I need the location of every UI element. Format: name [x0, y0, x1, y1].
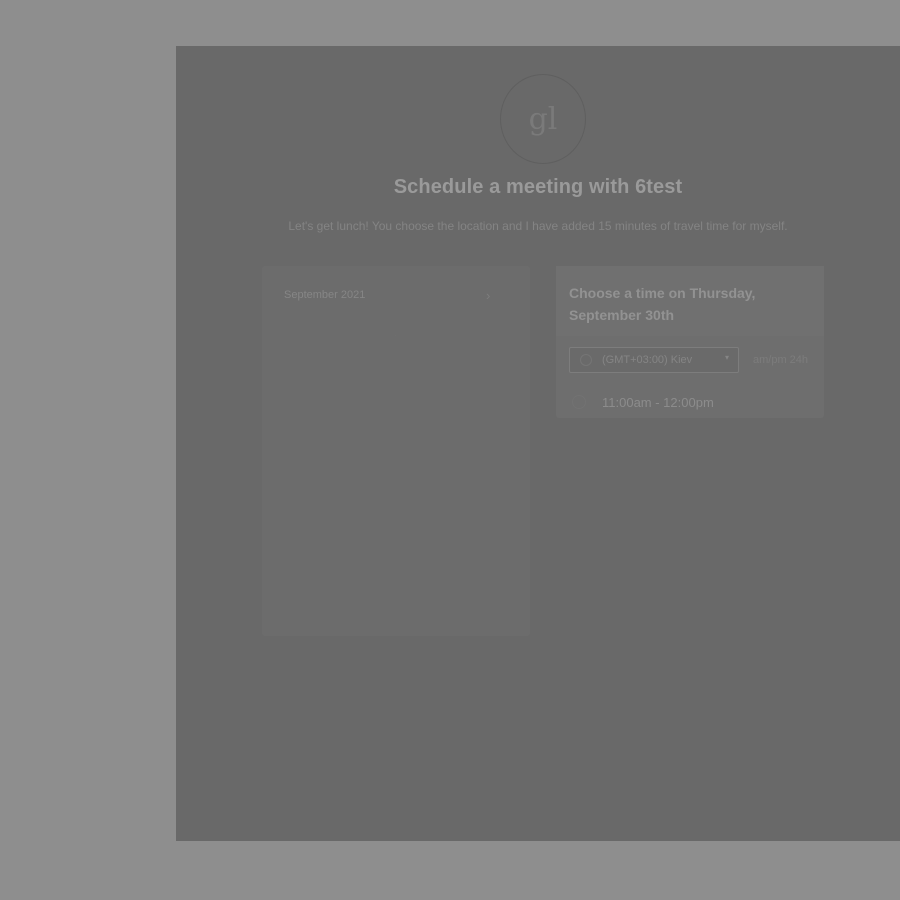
calendar-card: [262, 266, 530, 636]
logo-text: gl: [528, 101, 558, 137]
calendar-month-label: September 2021: [284, 289, 366, 301]
calendar-marker: ·: [394, 330, 398, 341]
host-logo: gl: [500, 74, 586, 164]
globe-icon: [580, 354, 592, 366]
chevron-right-icon[interactable]: ›: [486, 288, 490, 303]
chevron-down-icon: ▾: [725, 353, 730, 362]
time-slot-radio[interactable]: [572, 395, 586, 409]
time-picker-title: Choose a time on Thursday, September 30t…: [569, 285, 756, 323]
timezone-value: (GMT+03:00) Kiev: [602, 354, 693, 366]
meeting-description: Let's get lunch! You choose the location…: [288, 219, 788, 233]
time-format-toggle[interactable]: am/pm 24h: [753, 354, 808, 366]
time-slot-label[interactable]: 11:00am - 12:00pm: [602, 395, 714, 410]
page-title: Schedule a meeting with 6test: [393, 176, 683, 198]
